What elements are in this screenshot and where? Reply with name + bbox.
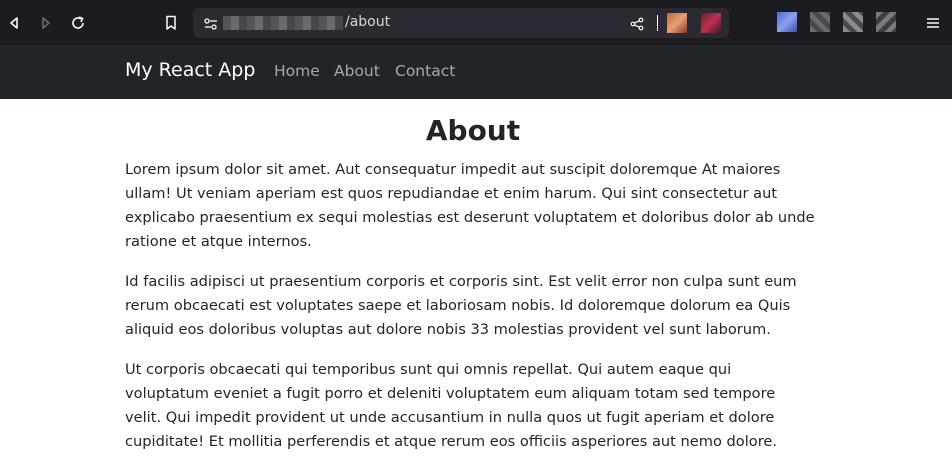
share-icon[interactable] bbox=[630, 16, 644, 35]
nav-link-home[interactable]: Home bbox=[274, 62, 320, 80]
page-title: About bbox=[425, 114, 521, 147]
bookmark-icon[interactable] bbox=[161, 13, 181, 33]
paragraph: Lorem ipsum dolor sit amet. Aut consequa… bbox=[125, 161, 815, 250]
forward-arrow-icon[interactable] bbox=[36, 13, 56, 33]
reload-icon[interactable] bbox=[68, 13, 88, 33]
extension-icon[interactable] bbox=[843, 12, 863, 32]
back-arrow-icon[interactable] bbox=[4, 13, 24, 33]
navbar-brand[interactable]: My React App bbox=[125, 59, 255, 81]
extension-icon[interactable] bbox=[810, 12, 830, 32]
extension-icon[interactable] bbox=[777, 12, 797, 32]
hamburger-menu-icon[interactable] bbox=[926, 14, 940, 28]
urlbar-divider bbox=[657, 15, 658, 31]
app-navbar: My React App Home About Contact bbox=[0, 45, 952, 99]
address-bar[interactable]: /about bbox=[193, 8, 729, 38]
extension-icon[interactable] bbox=[667, 13, 687, 33]
site-settings-icon[interactable] bbox=[203, 16, 219, 35]
extension-icon[interactable] bbox=[876, 12, 896, 32]
paragraph: Ut corporis obcaecati qui temporibus sun… bbox=[125, 361, 778, 450]
browser-toolbar: /about bbox=[0, 0, 952, 45]
paragraph: Id facilis adipisci ut praesentium corpo… bbox=[125, 273, 797, 338]
nav-link-about[interactable]: About bbox=[334, 62, 380, 80]
url-path: /about bbox=[345, 14, 391, 30]
nav-link-contact[interactable]: Contact bbox=[395, 62, 455, 80]
extension-icon[interactable] bbox=[701, 13, 721, 33]
blurred-domain bbox=[223, 16, 343, 30]
